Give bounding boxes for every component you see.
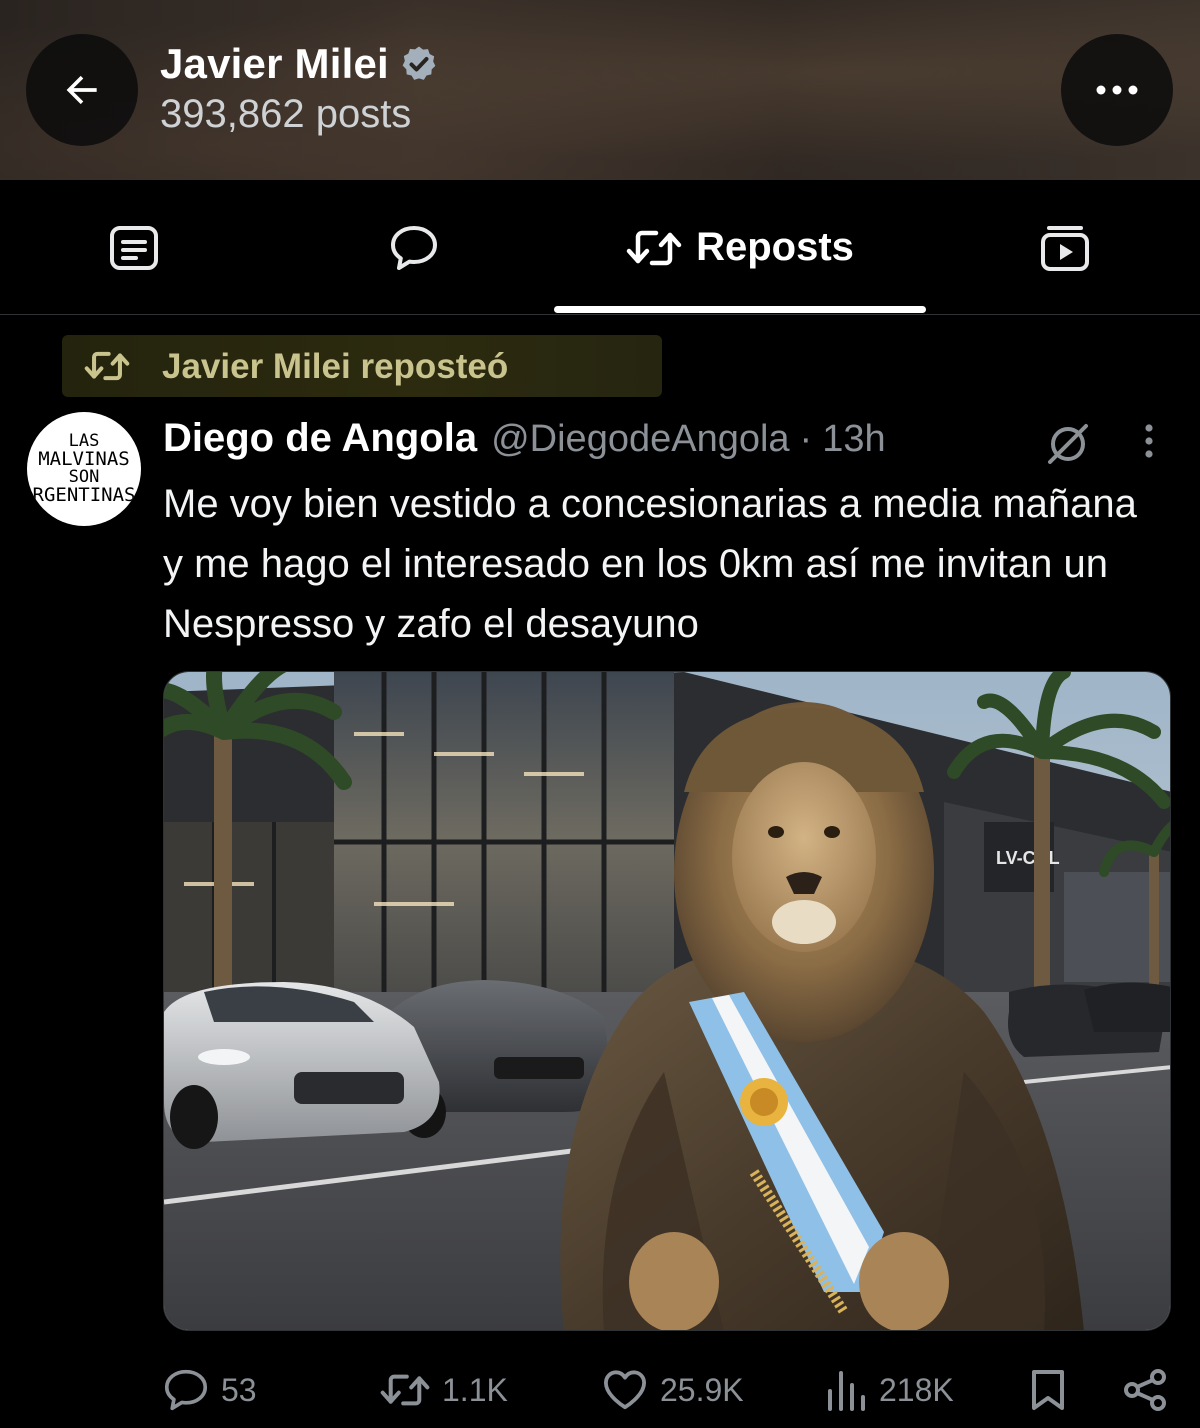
tweet-more-icon[interactable] — [1140, 422, 1158, 462]
post-count: 393,862 posts — [160, 92, 412, 136]
tab-reposts[interactable]: Reposts — [555, 180, 925, 315]
video-icon — [1041, 225, 1089, 271]
more-options-button[interactable] — [1061, 34, 1173, 146]
grok-icon[interactable] — [1044, 420, 1092, 468]
tweet-text: Me voy bien vestido a concesionarias a m… — [163, 482, 1137, 646]
repost-icon — [84, 351, 130, 381]
dealership-sign: LV-CRL — [996, 848, 1060, 868]
arrow-left-icon — [66, 75, 97, 105]
speech-bubble-icon — [391, 225, 437, 270]
profile-tabs: Reposts — [0, 180, 1200, 315]
reply-button[interactable]: 53 — [163, 1355, 257, 1425]
repost-icon — [380, 1374, 430, 1406]
article-icon — [110, 225, 158, 270]
profile-name: Javier Milei — [160, 40, 389, 87]
repost-button[interactable]: 1.1K — [380, 1355, 508, 1425]
author-handle[interactable]: @DiegodeAngola — [491, 418, 789, 461]
share-button[interactable] — [1122, 1355, 1168, 1425]
back-button[interactable] — [26, 34, 138, 146]
author-avatar[interactable]: LAS MALVINAS SON RGENTINAS — [27, 412, 141, 526]
avatar-text-line: RGENTINAS — [32, 484, 136, 506]
reply-count: 53 — [221, 1371, 257, 1408]
lion-dealership-image: LV-CRL — [164, 672, 1170, 1330]
bookmark-icon — [1032, 1370, 1064, 1410]
tab-reposts-label: Reposts — [696, 225, 854, 269]
repost-context-text[interactable]: Javier Milei reposteó — [162, 347, 508, 387]
tweet-image[interactable]: LV-CRL — [163, 671, 1171, 1331]
cars-right — [1008, 982, 1170, 1057]
bookmark-button[interactable] — [1030, 1355, 1066, 1425]
repost-count: 1.1K — [442, 1371, 508, 1408]
profile-header: Javier Milei 393,862 posts — [0, 0, 1200, 180]
repost-icon — [626, 230, 682, 265]
reply-icon — [164, 1369, 208, 1411]
tab-replies[interactable] — [350, 180, 478, 315]
tweet-header: Diego de Angola @DiegodeAngola · 13h — [163, 416, 886, 466]
like-button[interactable]: 25.9K — [602, 1355, 744, 1425]
views-count: 218K — [879, 1371, 954, 1408]
active-tab-indicator — [554, 306, 926, 313]
analytics-icon — [828, 1371, 865, 1411]
separator-dot: · — [799, 418, 813, 460]
share-icon — [1124, 1369, 1166, 1411]
tab-posts[interactable] — [70, 180, 198, 315]
tweet-action-bar: 53 1.1K 25.9K 218K — [0, 1355, 1200, 1425]
heart-icon — [604, 1370, 646, 1410]
verified-badge-icon — [402, 46, 436, 80]
like-count: 25.9K — [660, 1371, 744, 1408]
more-horizontal-icon — [1096, 85, 1138, 95]
views-button[interactable]: 218K — [825, 1355, 954, 1425]
author-name[interactable]: Diego de Angola — [163, 416, 477, 461]
tab-media[interactable] — [1000, 180, 1130, 315]
tweet-timestamp[interactable]: 13h — [822, 418, 885, 461]
header-title-block: Javier Milei 393,862 posts — [160, 40, 439, 137]
repost-context: Javier Milei reposteó — [62, 335, 662, 397]
